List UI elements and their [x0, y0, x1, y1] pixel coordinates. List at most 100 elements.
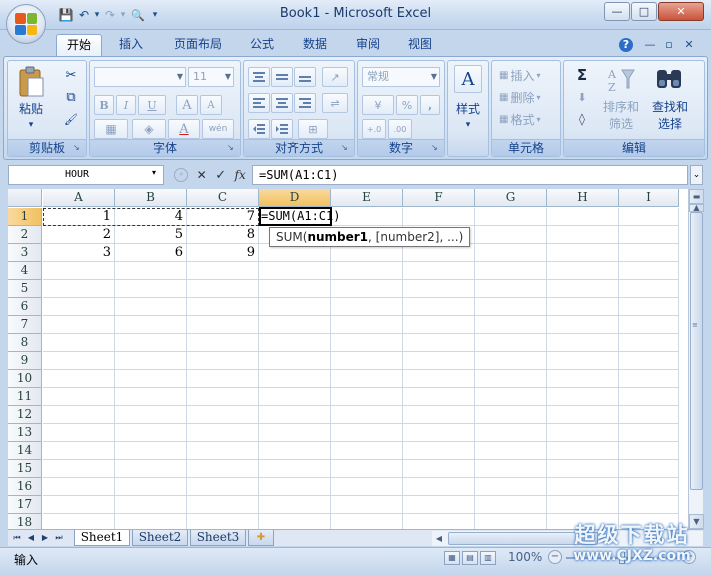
- cell-i7[interactable]: [619, 316, 679, 334]
- cell-h16[interactable]: [547, 478, 619, 496]
- cell-g18[interactable]: [475, 514, 547, 529]
- tab-insert[interactable]: 插入: [108, 34, 154, 56]
- page-break-view-icon[interactable]: ▥: [480, 551, 496, 565]
- row-header-3[interactable]: 3: [8, 244, 42, 262]
- paste-label[interactable]: 粘贴: [12, 101, 50, 118]
- align-top-icon[interactable]: [248, 67, 270, 87]
- horizontal-scroll-thumb[interactable]: [448, 532, 598, 545]
- cell-e9[interactable]: [331, 352, 403, 370]
- number-format-combo[interactable]: 常规 ▼: [362, 67, 440, 87]
- format-cells-button[interactable]: ▦ 格式 ▾: [496, 109, 558, 129]
- insert-sheet-icon[interactable]: ✚: [248, 530, 274, 546]
- cell-a4[interactable]: [43, 262, 115, 280]
- column-header-d[interactable]: D: [259, 189, 331, 207]
- sort-filter-label-1[interactable]: 排序和: [598, 99, 644, 116]
- cell-b12[interactable]: [115, 406, 187, 424]
- cell-d12[interactable]: [259, 406, 331, 424]
- zoom-level[interactable]: 100%: [508, 550, 542, 564]
- sort-filter-label-2[interactable]: 筛选: [598, 116, 644, 133]
- cell-e1[interactable]: [331, 208, 403, 226]
- cell-a8[interactable]: [43, 334, 115, 352]
- cell-f16[interactable]: [403, 478, 475, 496]
- cell-c15[interactable]: [187, 460, 259, 478]
- cell-a9[interactable]: [43, 352, 115, 370]
- ribbon-restore-icon[interactable]: ▫: [662, 38, 676, 52]
- cell-e5[interactable]: [331, 280, 403, 298]
- column-header-a[interactable]: A: [43, 189, 115, 207]
- cell-g8[interactable]: [475, 334, 547, 352]
- cell-a13[interactable]: [43, 424, 115, 442]
- cell-c5[interactable]: [187, 280, 259, 298]
- cell-a12[interactable]: [43, 406, 115, 424]
- cell-b8[interactable]: [115, 334, 187, 352]
- first-sheet-icon[interactable]: ⏮: [10, 531, 24, 545]
- cell-h18[interactable]: [547, 514, 619, 529]
- cell-c10[interactable]: [187, 370, 259, 388]
- cell-c6[interactable]: [187, 298, 259, 316]
- cell-h8[interactable]: [547, 334, 619, 352]
- cell-h15[interactable]: [547, 460, 619, 478]
- fill-icon[interactable]: ⬇: [568, 87, 596, 107]
- row-header-2[interactable]: 2: [8, 226, 42, 244]
- cell-i10[interactable]: [619, 370, 679, 388]
- cell-a17[interactable]: [43, 496, 115, 514]
- paste-dropdown-icon[interactable]: ▾: [12, 117, 50, 134]
- name-box-dropdown-icon[interactable]: ▾: [152, 168, 156, 177]
- row-header-7[interactable]: 7: [8, 316, 42, 334]
- cell-c3[interactable]: 9: [187, 244, 259, 262]
- cell-c14[interactable]: [187, 442, 259, 460]
- align-middle-icon[interactable]: [271, 67, 293, 87]
- page-layout-view-icon[interactable]: ▤: [462, 551, 478, 565]
- cell-f13[interactable]: [403, 424, 475, 442]
- cell-d4[interactable]: [259, 262, 331, 280]
- formula-input[interactable]: =SUM(A1:C1): [252, 165, 688, 185]
- cell-c16[interactable]: [187, 478, 259, 496]
- cell-d11[interactable]: [259, 388, 331, 406]
- cell-h3[interactable]: [547, 244, 619, 262]
- font-color-icon[interactable]: A: [168, 119, 200, 139]
- cell-a18[interactable]: [43, 514, 115, 529]
- cell-d1[interactable]: =SUM(A1:C1): [259, 208, 340, 226]
- font-name-combo[interactable]: ▼: [94, 67, 186, 87]
- merge-center-icon[interactable]: ⊞: [298, 119, 328, 139]
- row-header-10[interactable]: 10: [8, 370, 42, 388]
- cut-icon[interactable]: ✂: [60, 65, 82, 85]
- function-tooltip[interactable]: SUM(number1, [number2], ...): [269, 227, 471, 247]
- shrink-font-button[interactable]: A: [200, 95, 222, 115]
- cell-d8[interactable]: [259, 334, 331, 352]
- cell-h11[interactable]: [547, 388, 619, 406]
- cell-i12[interactable]: [619, 406, 679, 424]
- row-header-12[interactable]: 12: [8, 406, 42, 424]
- cell-f9[interactable]: [403, 352, 475, 370]
- sheet-tab-sheet1[interactable]: Sheet1: [74, 530, 130, 546]
- tab-formulas[interactable]: 公式: [240, 34, 284, 56]
- cell-b11[interactable]: [115, 388, 187, 406]
- cell-i2[interactable]: [619, 226, 679, 244]
- cell-e16[interactable]: [331, 478, 403, 496]
- row-header-6[interactable]: 6: [8, 298, 42, 316]
- clear-icon[interactable]: ◊: [568, 109, 596, 129]
- find-select-icon[interactable]: [650, 65, 688, 95]
- tab-view[interactable]: 视图: [398, 34, 442, 56]
- decrease-decimal-icon[interactable]: .00: [388, 119, 412, 139]
- workbook-close-icon[interactable]: ✕: [682, 38, 696, 52]
- cell-b2[interactable]: 5: [115, 226, 187, 244]
- cell-i11[interactable]: [619, 388, 679, 406]
- align-center-icon[interactable]: [271, 93, 293, 113]
- cell-i17[interactable]: [619, 496, 679, 514]
- cell-h4[interactable]: [547, 262, 619, 280]
- cell-c9[interactable]: [187, 352, 259, 370]
- cell-b3[interactable]: 6: [115, 244, 187, 262]
- row-header-18[interactable]: 18: [8, 514, 42, 529]
- cell-e15[interactable]: [331, 460, 403, 478]
- scroll-up-icon[interactable]: ▲: [689, 204, 704, 212]
- grow-font-button[interactable]: A: [176, 95, 198, 115]
- cell-a1[interactable]: 1: [43, 208, 115, 226]
- cell-i16[interactable]: [619, 478, 679, 496]
- row-header-11[interactable]: 11: [8, 388, 42, 406]
- row-header-8[interactable]: 8: [8, 334, 42, 352]
- row-header-17[interactable]: 17: [8, 496, 42, 514]
- cell-b10[interactable]: [115, 370, 187, 388]
- cell-i14[interactable]: [619, 442, 679, 460]
- cell-h17[interactable]: [547, 496, 619, 514]
